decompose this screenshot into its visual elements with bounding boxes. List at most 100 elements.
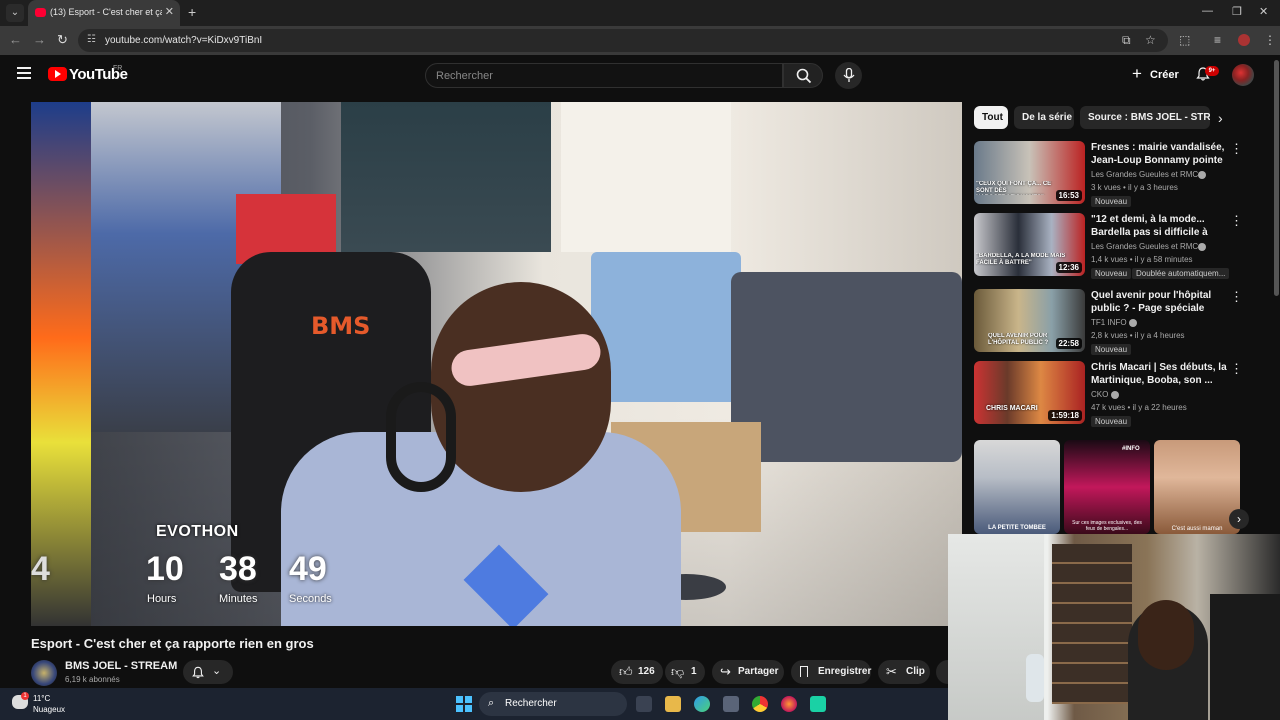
window-curtain <box>341 102 551 252</box>
bell-icon <box>192 666 204 679</box>
minimize-icon[interactable]: — <box>1202 5 1213 17</box>
channel-avatar[interactable] <box>31 660 57 686</box>
firefox-browser-icon[interactable] <box>781 696 797 712</box>
recommendation-item[interactable]: "BARDELLA, À LA MODE MAIS FACILE À BATTR… <box>974 213 1274 279</box>
verified-check-icon <box>1111 391 1119 399</box>
media-control-icon[interactable]: ≡ <box>1214 33 1221 47</box>
chip-source[interactable]: Source : BMS JOEL - STREAM <box>1080 106 1210 129</box>
search-button[interactable] <box>783 63 823 88</box>
bms-chair-logo: BMS <box>311 312 371 340</box>
chevron-right-icon[interactable]: › <box>1218 110 1223 126</box>
new-tab-button[interactable]: + <box>188 4 196 20</box>
share-button[interactable]: ↪ Partager <box>712 660 784 684</box>
profile-icon[interactable] <box>1238 34 1250 46</box>
recommendation-item[interactable]: "CEUX QUI FONT ÇA... CE SONT DES NARCOTR… <box>974 141 1274 207</box>
video-thumbnail[interactable]: CHRIS MACARI 1:59:18 <box>974 361 1085 424</box>
video-player[interactable]: BMS EVOTHON 4 10 38 49 Hours Minutes Sec… <box>31 102 962 626</box>
short-caption: LA PETITE TOMBEE <box>988 525 1046 531</box>
timer-seconds: 49 <box>289 550 327 588</box>
search-input[interactable]: Rechercher <box>425 63 783 88</box>
browser-tab-active[interactable]: (13) Esport - C'est cher et ça rapporte … <box>28 0 180 26</box>
chip-series[interactable]: De la série <box>1014 106 1074 129</box>
save-button[interactable]: Enregistrer <box>791 660 871 684</box>
channel-name[interactable]: BMS JOEL - STREAM <box>65 660 177 672</box>
grey-sofa <box>731 272 962 462</box>
recommendation-item[interactable]: CHRIS MACARI 1:59:18 Chris Macari | Ses … <box>974 361 1274 427</box>
more-options-icon[interactable]: ⋮ <box>1230 213 1243 229</box>
thumbnail-caption: "CEUX QUI FONT ÇA... CE SONT DES NARCOTR… <box>976 181 1052 194</box>
bookmark-star-icon[interactable]: ☆ <box>1145 33 1156 47</box>
install-app-icon[interactable]: ⧉ <box>1122 33 1131 48</box>
recommendation-channel[interactable]: TF1 INFO <box>1091 318 1127 327</box>
reload-icon[interactable]: ↻ <box>57 32 68 48</box>
video-thumbnail[interactable]: QUEL AVENIR POUR L'HÔPITAL PUBLIC ? 22:5… <box>974 289 1085 352</box>
taskbar-search[interactable]: ⌕ Rechercher <box>479 692 627 716</box>
weather-temperature[interactable]: 11°C <box>33 694 50 703</box>
more-options-icon[interactable]: ⋮ <box>1230 141 1243 157</box>
extensions-icon[interactable]: ⬚ <box>1179 33 1190 47</box>
recommendation-title[interactable]: Fresnes : mairie vandalisée, Jean-Loup B… <box>1091 141 1227 167</box>
recommendation-channel[interactable]: CKO <box>1091 390 1108 399</box>
url-text: youtube.com/watch?v=KiDxv9TiBnI <box>105 35 263 46</box>
video-thumbnail[interactable]: "BARDELLA, À LA MODE MAIS FACILE À BATTR… <box>974 213 1085 276</box>
hamburger-menu-icon[interactable] <box>17 67 31 79</box>
recommendation-meta: 47 k vues • il y a 22 heures <box>1091 403 1187 412</box>
dislike-button[interactable]: 👎︎ 1 <box>665 660 705 684</box>
browser-menu-icon[interactable]: ⋮ <box>1264 33 1276 47</box>
like-count: 126 <box>638 666 655 677</box>
recommendation-meta: 3 k vues • il y a 3 heures <box>1091 183 1178 192</box>
recommendation-title[interactable]: Quel avenir pour l'hôpital public ? - Pa… <box>1091 289 1227 315</box>
store-icon[interactable] <box>723 696 739 712</box>
video-title: Esport - C'est cher et ça rapporte rien … <box>31 636 314 651</box>
site-info-icon[interactable]: ☷ <box>87 34 96 45</box>
forward-arrow-icon[interactable]: → <box>33 32 46 47</box>
recommendation-item[interactable]: QUEL AVENIR POUR L'HÔPITAL PUBLIC ? 22:5… <box>974 289 1274 355</box>
windows-start-icon[interactable] <box>456 696 472 712</box>
timer-seconds-label: Seconds <box>289 593 332 605</box>
task-view-icon[interactable] <box>636 696 652 712</box>
voice-search-button[interactable] <box>835 62 862 89</box>
new-badge: Nouveau <box>1091 344 1132 355</box>
more-actions-button[interactable] <box>936 660 948 684</box>
chrome-browser-icon[interactable] <box>752 696 768 712</box>
short-thumbnail[interactable]: LA PETITE TOMBEE <box>974 440 1060 534</box>
account-avatar[interactable] <box>1232 64 1254 86</box>
recommendation-title[interactable]: "12 et demi, à la mode... Bardella pas s… <box>1091 213 1227 239</box>
youtube-logo-icon[interactable] <box>48 67 67 81</box>
weather-condition[interactable]: Nuageux <box>33 705 65 714</box>
new-badge: Nouveau <box>1091 416 1132 427</box>
file-explorer-icon[interactable] <box>665 696 681 712</box>
more-options-icon[interactable]: ⋮ <box>1230 289 1243 305</box>
recommendation-title[interactable]: Chris Macari | Ses débuts, la Martinique… <box>1091 361 1227 387</box>
webcam-overlay <box>948 534 1280 720</box>
chip-all[interactable]: Tout <box>974 106 1008 129</box>
close-tab-icon[interactable]: ✕ <box>165 5 174 18</box>
create-button[interactable]: + Créer <box>1124 63 1184 87</box>
back-arrow-icon[interactable]: ← <box>9 32 22 47</box>
share-arrow-icon: ↪ <box>720 664 731 679</box>
search-placeholder: Rechercher <box>436 70 493 82</box>
address-bar[interactable]: ☷ youtube.com/watch?v=KiDxv9TiBnI <box>78 29 1168 52</box>
tab-list-chevron-icon[interactable]: ⌄ <box>6 4 24 22</box>
tab-title: (13) Esport - C'est cher et ça rapporte … <box>50 7 162 17</box>
region-code: FR <box>113 65 123 72</box>
clip-button[interactable]: ✂ Clip <box>878 660 930 684</box>
app-icon[interactable] <box>810 696 826 712</box>
close-window-icon[interactable]: ✕ <box>1259 5 1268 18</box>
short-thumbnail[interactable]: C'est aussi maman <box>1154 440 1240 534</box>
shorts-next-chevron-icon[interactable]: › <box>1229 509 1249 529</box>
page-scrollbar[interactable] <box>1274 60 1279 296</box>
recommendation-channel[interactable]: Les Grandes Gueules et RMC <box>1091 170 1198 179</box>
recommendation-channel[interactable]: Les Grandes Gueules et RMC <box>1091 242 1198 251</box>
like-button[interactable]: 👍︎ 126 <box>611 660 663 684</box>
video-thumbnail[interactable]: "CEUX QUI FONT ÇA... CE SONT DES NARCOTR… <box>974 141 1085 204</box>
edge-browser-icon[interactable] <box>694 696 710 712</box>
new-badge: Nouveau <box>1091 196 1132 207</box>
person-head <box>431 282 611 492</box>
short-thumbnail[interactable]: #INFO Sur ces images exclusives, des feu… <box>1064 440 1150 534</box>
more-options-icon[interactable]: ⋮ <box>1230 361 1243 377</box>
scissors-icon: ✂ <box>886 664 897 679</box>
maximize-icon[interactable]: ❐ <box>1232 5 1242 18</box>
subscription-bell-button[interactable]: ⌄ <box>183 660 233 684</box>
browser-toolbar: ← → ↻ ☷ youtube.com/watch?v=KiDxv9TiBnI … <box>0 26 1280 55</box>
